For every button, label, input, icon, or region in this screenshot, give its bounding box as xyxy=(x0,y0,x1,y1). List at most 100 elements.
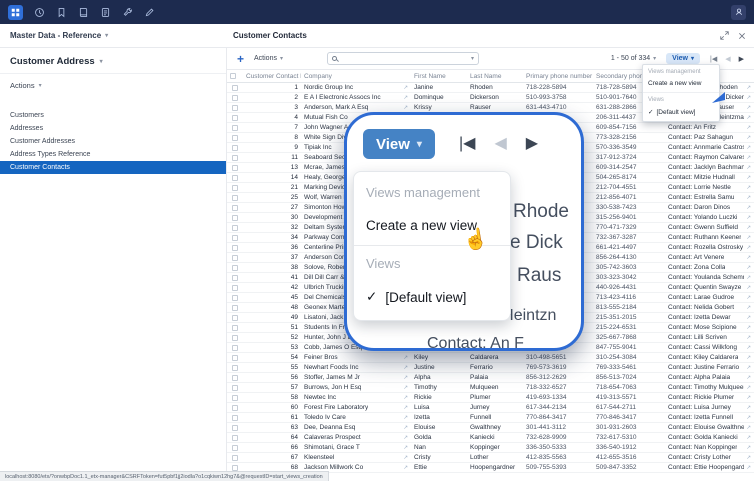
row-checkbox[interactable] xyxy=(232,135,238,141)
open-record-icon[interactable]: ↗ xyxy=(403,415,408,421)
next-page-icon[interactable]: ▶ xyxy=(526,133,538,153)
row-checkbox[interactable] xyxy=(232,355,238,361)
previous-page-icon[interactable]: ◀ xyxy=(725,55,730,63)
header-select-all[interactable] xyxy=(227,73,243,79)
header-company[interactable]: Company xyxy=(301,73,411,80)
row-checkbox[interactable] xyxy=(232,255,238,261)
workspace-selector[interactable]: Master Data - Reference ▾ xyxy=(10,31,108,40)
open-record-icon[interactable]: ↗ xyxy=(746,405,751,411)
create-new-view-item[interactable]: Create a new view xyxy=(643,77,719,90)
open-record-icon[interactable]: ↗ xyxy=(746,455,751,461)
bookmark-icon[interactable] xyxy=(56,7,67,18)
open-record-icon[interactable]: ↗ xyxy=(746,195,751,201)
row-checkbox[interactable] xyxy=(232,365,238,371)
open-record-icon[interactable]: ↗ xyxy=(746,255,751,261)
open-record-icon[interactable]: ↗ xyxy=(403,435,408,441)
open-record-icon[interactable]: ↗ xyxy=(746,355,751,361)
open-record-icon[interactable]: ↗ xyxy=(746,275,751,281)
open-record-icon[interactable]: ↗ xyxy=(746,425,751,431)
row-checkbox[interactable] xyxy=(232,145,238,151)
close-icon[interactable] xyxy=(738,32,746,40)
open-record-icon[interactable]: ↗ xyxy=(746,365,751,371)
open-record-icon[interactable]: ↗ xyxy=(403,395,408,401)
sidebar-item-address-types-reference[interactable]: Address Types Reference xyxy=(0,148,226,161)
row-checkbox[interactable] xyxy=(232,415,238,421)
open-record-icon[interactable]: ↗ xyxy=(403,95,408,101)
row-checkbox[interactable] xyxy=(232,165,238,171)
row-checkbox[interactable] xyxy=(232,95,238,101)
caret-down-icon[interactable]: ▾ xyxy=(471,55,474,62)
row-checkbox[interactable] xyxy=(232,335,238,341)
table-row[interactable]: 67Kleensteel↗CristyLother412-835-5563412… xyxy=(227,453,754,463)
expand-icon[interactable] xyxy=(720,31,729,40)
header-first-name[interactable]: First Name xyxy=(411,73,467,80)
next-page-icon[interactable]: ▶ xyxy=(739,55,744,63)
open-record-icon[interactable]: ↗ xyxy=(746,445,751,451)
previous-page-icon[interactable]: ◀ xyxy=(494,133,506,153)
table-row[interactable]: 58Newtec Inc↗RickiePlumer419-693-1334419… xyxy=(227,393,754,403)
open-record-icon[interactable]: ↗ xyxy=(403,85,408,91)
sidebar-item-addresses[interactable]: Addresses xyxy=(0,122,226,135)
row-checkbox[interactable] xyxy=(232,285,238,291)
table-row[interactable]: 66Shimotani, Grace T↗NanKoppinger336-350… xyxy=(227,443,754,453)
row-checkbox[interactable] xyxy=(232,445,238,451)
sidebar-item-customer-contacts[interactable]: Customer Contacts xyxy=(0,161,226,174)
open-record-icon[interactable]: ↗ xyxy=(746,315,751,321)
open-record-icon[interactable]: ↗ xyxy=(746,465,751,471)
open-record-icon[interactable]: ↗ xyxy=(403,445,408,451)
open-record-icon[interactable]: ↗ xyxy=(746,95,751,101)
first-page-icon[interactable]: |◀ xyxy=(710,55,717,63)
row-checkbox[interactable] xyxy=(232,455,238,461)
row-checkbox[interactable] xyxy=(232,345,238,351)
open-record-icon[interactable]: ↗ xyxy=(746,225,751,231)
select-all-checkbox[interactable] xyxy=(230,73,236,79)
actions-dropdown[interactable]: Actions ▾ xyxy=(254,55,283,62)
row-checkbox[interactable] xyxy=(232,265,238,271)
sidebar-item-customers[interactable]: Customers xyxy=(0,109,226,122)
open-record-icon[interactable]: ↗ xyxy=(746,335,751,341)
header-primary-phone[interactable]: Primary phone number xyxy=(523,73,593,80)
row-checkbox[interactable] xyxy=(232,85,238,91)
header-customer-contact-id[interactable]: Customer Contact ID xyxy=(243,73,301,80)
sidebar-actions-dropdown[interactable]: Actions ▾ xyxy=(0,74,226,97)
open-record-icon[interactable]: ↗ xyxy=(403,385,408,391)
open-record-icon[interactable]: ↗ xyxy=(746,135,751,141)
open-record-icon[interactable]: ↗ xyxy=(403,375,408,381)
row-checkbox[interactable] xyxy=(232,315,238,321)
first-page-icon[interactable]: |◀ xyxy=(459,133,475,153)
open-record-icon[interactable]: ↗ xyxy=(403,405,408,411)
open-record-icon[interactable]: ↗ xyxy=(746,435,751,441)
open-record-icon[interactable]: ↗ xyxy=(746,205,751,211)
table-row[interactable]: 57Burrows, Jon H Esq↗TimothyMulqueen718-… xyxy=(227,383,754,393)
open-record-icon[interactable]: ↗ xyxy=(746,165,751,171)
table-row[interactable]: 60Forest Fire Laboratory↗LuisaJurney617-… xyxy=(227,403,754,413)
row-checkbox[interactable] xyxy=(232,225,238,231)
open-record-icon[interactable]: ↗ xyxy=(746,85,751,91)
add-record-icon[interactable]: + xyxy=(237,53,244,65)
row-checkbox[interactable] xyxy=(232,305,238,311)
open-record-icon[interactable]: ↗ xyxy=(746,395,751,401)
documentation-icon[interactable] xyxy=(78,7,89,18)
row-checkbox[interactable] xyxy=(232,105,238,111)
open-record-icon[interactable]: ↗ xyxy=(746,415,751,421)
row-checkbox[interactable] xyxy=(232,235,238,241)
search-input[interactable] xyxy=(341,55,467,62)
open-record-icon[interactable]: ↗ xyxy=(746,385,751,391)
edit-icon[interactable] xyxy=(144,7,155,18)
row-checkbox[interactable] xyxy=(232,245,238,251)
open-record-icon[interactable]: ↗ xyxy=(403,465,408,471)
open-record-icon[interactable]: ↗ xyxy=(403,365,408,371)
row-checkbox[interactable] xyxy=(232,425,238,431)
row-checkbox[interactable] xyxy=(232,195,238,201)
open-record-icon[interactable]: ↗ xyxy=(746,295,751,301)
open-record-icon[interactable]: ↗ xyxy=(746,125,751,131)
row-checkbox[interactable] xyxy=(232,385,238,391)
row-checkbox[interactable] xyxy=(232,175,238,181)
table-row[interactable]: 56Stoffer, James M Jr↗AlphaPalaia856-312… xyxy=(227,373,754,383)
open-record-icon[interactable]: ↗ xyxy=(746,235,751,241)
row-checkbox[interactable] xyxy=(232,125,238,131)
row-checkbox[interactable] xyxy=(232,395,238,401)
view-button[interactable]: View ▾ xyxy=(666,53,700,64)
row-checkbox[interactable] xyxy=(232,155,238,161)
open-record-icon[interactable]: ↗ xyxy=(746,175,751,181)
